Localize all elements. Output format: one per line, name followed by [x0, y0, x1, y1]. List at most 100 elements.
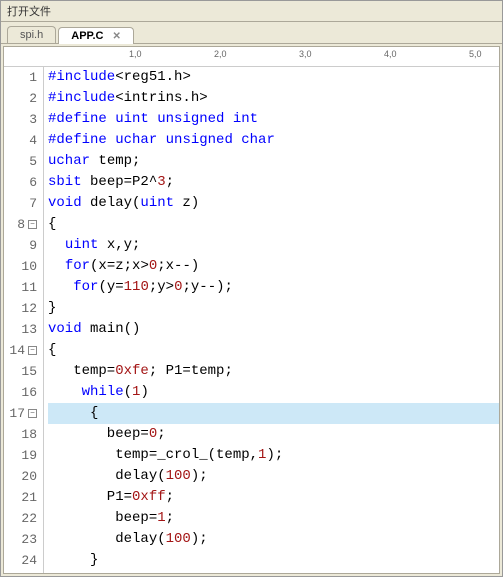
gutter-line: 13 [4, 319, 37, 340]
token-id: delay( [82, 195, 141, 211]
code-line[interactable]: { [48, 403, 499, 424]
token-id: z) [174, 195, 199, 211]
token-macro: uchar [115, 132, 157, 148]
fold-icon[interactable]: − [28, 346, 37, 355]
gutter-line: 21 [4, 487, 37, 508]
line-number: 11 [21, 277, 37, 298]
code-line[interactable]: #define uchar unsigned char [48, 130, 499, 151]
code-line[interactable]: } [48, 550, 499, 571]
token-id: ; P1=temp; [149, 363, 233, 379]
token-kw: sbit [48, 174, 82, 190]
close-icon[interactable]: ✕ [113, 31, 121, 42]
gutter-line: 10 [4, 256, 37, 277]
gutter-line: 1 [4, 67, 37, 88]
editor-area: 1,02,03,04,05,0 12345678−91011121314−151… [3, 46, 500, 574]
code-line[interactable]: #include<reg51.h> [48, 67, 499, 88]
gutter-line: 4 [4, 130, 37, 151]
line-number: 7 [29, 193, 37, 214]
gutter-line: 6 [4, 172, 37, 193]
code-line[interactable]: beep=1; [48, 508, 499, 529]
line-number: 9 [29, 235, 37, 256]
token-num: 3 [157, 174, 165, 190]
code-line[interactable]: { [48, 340, 499, 361]
token-num: 1 [157, 510, 165, 526]
token-id: { [48, 216, 56, 232]
token-id: ;y> [149, 279, 174, 295]
ruler-tick: 1,0 [129, 49, 142, 59]
line-number: 22 [21, 508, 37, 529]
fold-icon[interactable]: − [28, 409, 37, 418]
tab-app-c[interactable]: APP.C ✕ [58, 27, 134, 44]
line-number: 8 [17, 214, 25, 235]
fold-icon[interactable]: − [28, 220, 37, 229]
token-id: ); [191, 531, 208, 547]
line-number: 12 [21, 298, 37, 319]
token-op: > [199, 90, 207, 106]
token-num: 110 [124, 279, 149, 295]
token-kw: void [48, 321, 82, 337]
token-kw: void [48, 195, 82, 211]
code-content[interactable]: #include<reg51.h>#include<intrins.h>#def… [44, 67, 499, 573]
code-line[interactable]: #define uint unsigned int [48, 109, 499, 130]
line-number: 17 [9, 403, 25, 424]
code-line[interactable]: } [48, 298, 499, 319]
code-line[interactable]: sbit beep=P2^3; [48, 172, 499, 193]
gutter-line: 9 [4, 235, 37, 256]
token-op: < [115, 69, 123, 85]
token-id [107, 132, 115, 148]
token-id: delay( [48, 531, 166, 547]
line-number: 5 [29, 151, 37, 172]
token-id: ) [140, 384, 148, 400]
code-line[interactable]: { [48, 214, 499, 235]
ruler-tick: 5,0 [469, 49, 482, 59]
code-line[interactable]: while(1) [48, 382, 499, 403]
gutter-line: 17− [4, 403, 37, 424]
line-number: 21 [21, 487, 37, 508]
code-area[interactable]: 12345678−91011121314−151617−181920212223… [4, 67, 499, 573]
token-id: x,y; [98, 237, 140, 253]
line-number: 6 [29, 172, 37, 193]
token-num: 0xff [132, 489, 166, 505]
ruler-tick: 4,0 [384, 49, 397, 59]
code-line[interactable]: P1=0xff; [48, 487, 499, 508]
line-number: 20 [21, 466, 37, 487]
token-id [48, 258, 65, 274]
token-kw: unsigned char [166, 132, 275, 148]
line-number: 18 [21, 424, 37, 445]
token-id: ; [166, 489, 174, 505]
code-line[interactable]: void main() [48, 319, 499, 340]
code-line[interactable]: for(y=110;y>0;y--); [48, 277, 499, 298]
code-line[interactable]: temp=_crol_(temp,1); [48, 445, 499, 466]
line-number: 24 [21, 550, 37, 571]
code-line[interactable]: uchar temp; [48, 151, 499, 172]
token-id: ;x--) [157, 258, 199, 274]
tab-label: APP.C [71, 30, 103, 42]
gutter-line: 23 [4, 529, 37, 550]
token-ppname: intrins.h [124, 90, 200, 106]
code-line[interactable]: temp=0xfe; P1=temp; [48, 361, 499, 382]
code-line[interactable]: beep=0; [48, 424, 499, 445]
code-line[interactable]: #include<intrins.h> [48, 88, 499, 109]
token-id: temp; [90, 153, 140, 169]
editor-window: 打开文件 spi.h APP.C ✕ 1,02,03,04,05,0 12345… [0, 0, 503, 577]
code-line[interactable]: delay(100); [48, 529, 499, 550]
token-id: { [48, 342, 56, 358]
code-line[interactable]: for(x=z;x>0;x--) [48, 256, 499, 277]
code-line[interactable]: void delay(uint z) [48, 193, 499, 214]
window-title: 打开文件 [1, 1, 502, 22]
line-number: 16 [21, 382, 37, 403]
token-id: delay( [48, 468, 166, 484]
gutter-line: 2 [4, 88, 37, 109]
line-number: 10 [21, 256, 37, 277]
code-line[interactable]: delay(100); [48, 466, 499, 487]
gutter-line: 18 [4, 424, 37, 445]
token-kw: unsigned int [157, 111, 258, 127]
token-pp: #define [48, 111, 107, 127]
gutter-line: 16 [4, 382, 37, 403]
tab-spi-h[interactable]: spi.h [7, 26, 56, 43]
code-line[interactable]: uint x,y; [48, 235, 499, 256]
token-id: beep= [48, 510, 157, 526]
tab-bar: spi.h APP.C ✕ [1, 22, 502, 44]
token-id: } [48, 300, 56, 316]
token-id [48, 279, 73, 295]
